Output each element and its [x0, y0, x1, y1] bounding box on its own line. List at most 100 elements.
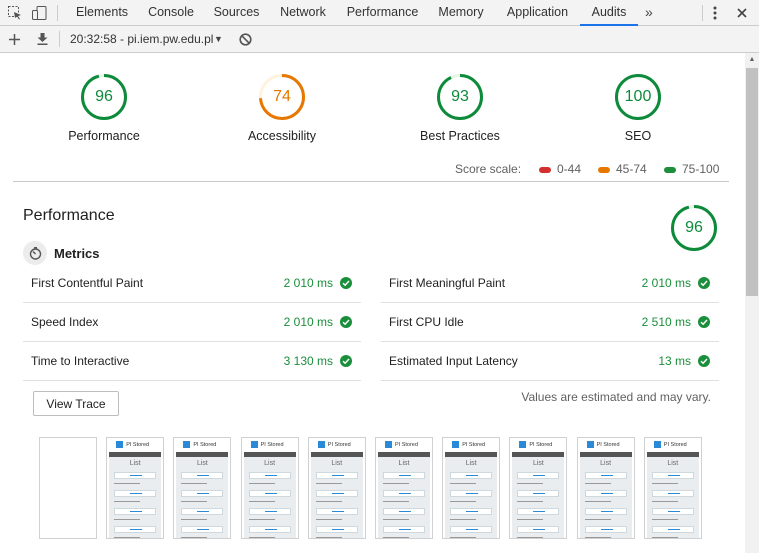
tab-audits[interactable]: Audits [580, 0, 638, 26]
filmstrip-frame: PI Stored List [442, 437, 501, 539]
frame-site-name: PI Stored [596, 442, 620, 448]
frame-list-card [383, 490, 425, 497]
frame-text-line [584, 519, 611, 520]
gauge-label: SEO [624, 129, 652, 143]
performance-score-gauge: 96 [671, 205, 717, 251]
frame-text-line [114, 519, 141, 520]
frame-site-name: PI Stored [327, 442, 351, 448]
score-scale-pass: 75-100 [664, 162, 719, 176]
kebab-menu-icon[interactable] [706, 4, 724, 22]
pass-check-icon [340, 277, 352, 289]
frame-list-card [517, 526, 560, 533]
site-logo-icon [183, 441, 191, 449]
score-value: 100 [624, 88, 652, 105]
site-logo-icon [586, 441, 594, 449]
frame-list-card [114, 472, 157, 479]
frame-site-name: PI Stored [260, 442, 284, 448]
frame-site-name: PI Stored [395, 442, 418, 448]
frame-list-card [651, 472, 694, 479]
download-report-icon[interactable] [33, 30, 51, 48]
frame-text-line [315, 501, 342, 502]
estimate-note: Values are estimated and may vary. [521, 390, 711, 404]
pass-check-icon [698, 277, 710, 289]
frame-page-body: List [109, 457, 162, 538]
frame-list-card [181, 526, 224, 533]
metric-name: First Meaningful Paint [389, 276, 506, 290]
frame-list-card [584, 490, 627, 497]
stopwatch-icon [23, 241, 47, 265]
frame-list-card [315, 490, 358, 497]
frame-list-card [315, 472, 358, 479]
frame-text-line [181, 483, 208, 484]
audit-report: 96 Performance 74 Accessibility 93 Best … [0, 53, 745, 553]
frame-text-line [584, 537, 611, 538]
frame-text-line [248, 501, 275, 502]
frame-text-line [315, 537, 342, 538]
site-logo-icon [317, 441, 325, 449]
vertical-scrollbar[interactable]: ▲ [745, 53, 759, 553]
frame-site-header: PI Stored [176, 439, 229, 452]
scroll-up-arrow-icon[interactable]: ▲ [745, 53, 759, 67]
frame-text-line [248, 519, 275, 520]
frame-text-line [450, 501, 477, 502]
frame-site-header: PI Stored [378, 439, 430, 452]
site-logo-icon [385, 441, 392, 449]
score-value: 96 [685, 219, 703, 236]
frame-page-heading: List [196, 460, 208, 467]
frame-list-card [383, 508, 425, 515]
close-icon[interactable] [733, 4, 751, 22]
metric-row: First Contentful Paint 2 010 ms [23, 264, 361, 303]
frame-page-heading: List [600, 460, 612, 467]
site-logo-icon [452, 441, 460, 449]
frame-site-name: PI Stored [193, 442, 217, 448]
scrollbar-thumb[interactable] [746, 68, 758, 296]
frame-site-header: PI Stored [445, 439, 498, 452]
metric-row: Speed Index 2 010 ms [23, 303, 361, 342]
report-selector[interactable]: 20:32:58 - pi.iem.pw.edu.pl [70, 26, 213, 52]
frame-site-name: PI Stored [126, 442, 150, 448]
frame-site-header: PI Stored [512, 439, 565, 452]
frame-text-line [651, 537, 678, 538]
filmstrip-frame: PI Stored List [173, 437, 232, 539]
metric-row: First Meaningful Paint 2 010 ms [381, 264, 719, 303]
tab-elements[interactable]: Elements [68, 0, 136, 25]
frame-page-heading: List [331, 460, 343, 467]
site-logo-icon [250, 441, 258, 449]
score-value: 93 [451, 88, 469, 105]
tab-console[interactable]: Console [139, 0, 203, 25]
score-scale-fail: 0-44 [539, 162, 581, 176]
tab-memory[interactable]: Memory [429, 0, 493, 25]
tab-application[interactable]: Application [497, 0, 578, 25]
frame-page-heading: List [532, 460, 544, 467]
filmstrip-frame: PI Stored List [375, 437, 433, 539]
tab-performance[interactable]: Performance [339, 0, 426, 25]
device-toolbar-icon[interactable] [31, 4, 49, 22]
more-tabs-button[interactable]: » [645, 0, 653, 25]
new-audit-icon[interactable] [5, 30, 23, 48]
view-trace-button[interactable]: View Trace [33, 391, 119, 416]
inspect-element-icon[interactable] [6, 4, 24, 22]
metric-value: 3 130 ms [283, 354, 333, 368]
frame-page-heading: List [465, 460, 477, 467]
score-value: 74 [273, 88, 291, 105]
metric-row: Estimated Input Latency 13 ms [381, 342, 719, 381]
frame-list-card [651, 508, 694, 515]
frame-text-line [114, 537, 141, 538]
frame-text-line [383, 483, 409, 484]
metric-name: Speed Index [31, 315, 99, 329]
frame-text-line [315, 483, 342, 484]
frame-list-card [517, 472, 560, 479]
frame-list-card [450, 526, 493, 533]
site-logo-icon [116, 441, 124, 449]
tab-network[interactable]: Network [270, 0, 336, 25]
frame-text-line [517, 483, 544, 484]
frame-text-line [181, 519, 208, 520]
tab-sources[interactable]: Sources [205, 0, 268, 25]
frame-page-body: List [176, 457, 229, 538]
gauge-label: Performance [68, 129, 140, 143]
report-dropdown-arrow[interactable]: ▼ [214, 26, 223, 52]
clear-reports-icon[interactable] [236, 30, 254, 48]
frame-page-heading: List [667, 460, 679, 467]
filmstrip-frame: PI Stored List [509, 437, 568, 539]
pass-check-icon [340, 316, 352, 328]
